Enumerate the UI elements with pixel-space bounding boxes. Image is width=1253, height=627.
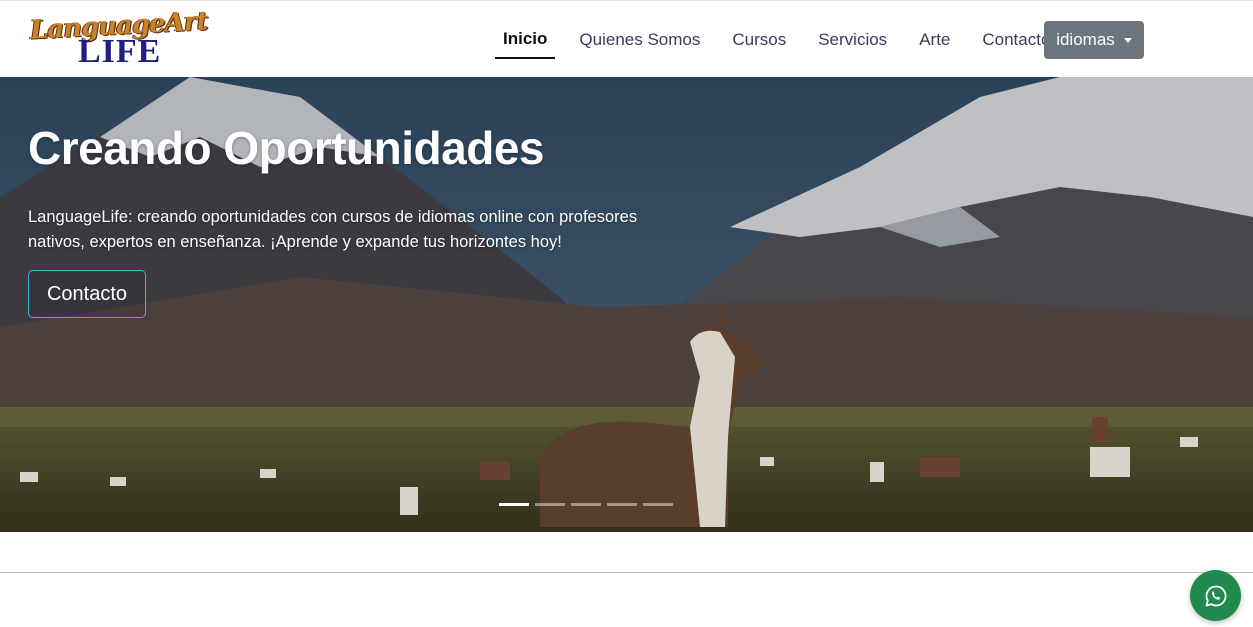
nav-item-inicio[interactable]: Inicio — [495, 21, 556, 59]
main-nav: Inicio Quienes Somos Cursos Servicios Ar… — [495, 21, 1082, 59]
hero-description: LanguageLife: creando oportunidades con … — [28, 208, 638, 251]
brand-logo[interactable]: LanguageArt LIFE — [29, 6, 208, 70]
nav-item-contacto[interactable]: Contacto — [982, 21, 1050, 59]
carousel-indicator-1[interactable] — [499, 503, 529, 506]
caret-down-icon — [1123, 37, 1132, 43]
whatsapp-icon — [1205, 585, 1226, 606]
hero-contact-button[interactable]: Contacto — [28, 270, 146, 318]
nav-item-quienes-somos[interactable]: Quienes Somos — [579, 21, 700, 59]
nav-item-cursos[interactable]: Cursos — [732, 21, 786, 59]
language-dropdown-button[interactable]: idiomas — [1044, 21, 1144, 59]
carousel-indicator-2[interactable] — [535, 503, 565, 506]
logo-wordmark-bottom: LIFE — [78, 33, 162, 70]
language-button-label: idiomas — [1056, 30, 1115, 49]
carousel-indicator-5[interactable] — [643, 503, 673, 506]
site-header: LanguageArt LIFE Inicio Quienes Somos Cu… — [0, 0, 1253, 77]
hero-title: Creando Oportunidades — [28, 122, 544, 174]
carousel-indicator-3[interactable] — [571, 503, 601, 506]
nav-item-arte[interactable]: Arte — [919, 21, 950, 59]
section-divider — [0, 572, 1253, 573]
nav-item-servicios[interactable]: Servicios — [818, 21, 887, 59]
carousel-indicators — [499, 503, 679, 506]
hero-carousel: Creando Oportunidades LanguageLife: crea… — [0, 77, 1253, 532]
carousel-indicator-4[interactable] — [607, 503, 637, 506]
whatsapp-chat-button[interactable] — [1190, 570, 1241, 621]
